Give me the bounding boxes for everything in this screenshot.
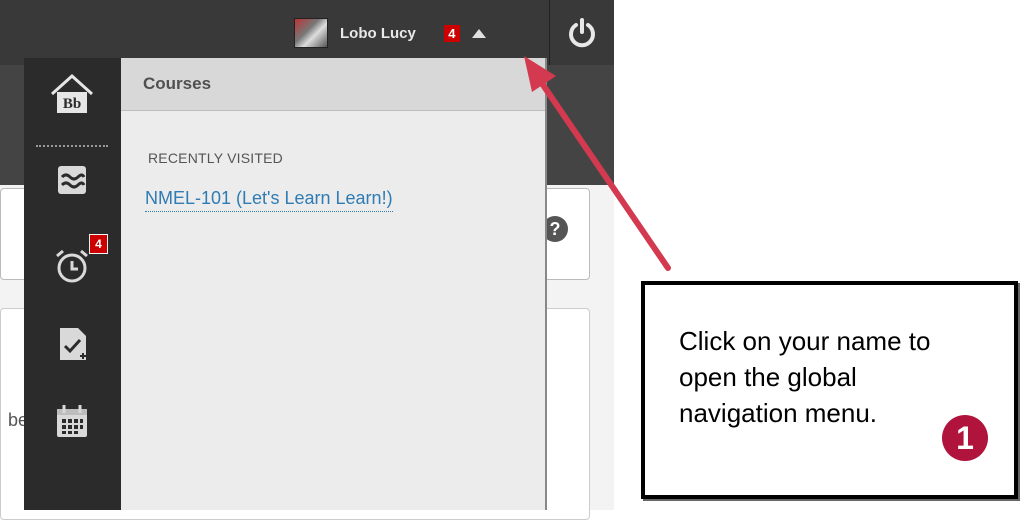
callout-text: Click on your name to open the global na… bbox=[679, 326, 931, 428]
step-number-badge: 1 bbox=[942, 415, 988, 461]
instruction-callout: Click on your name to open the global na… bbox=[641, 281, 1018, 499]
